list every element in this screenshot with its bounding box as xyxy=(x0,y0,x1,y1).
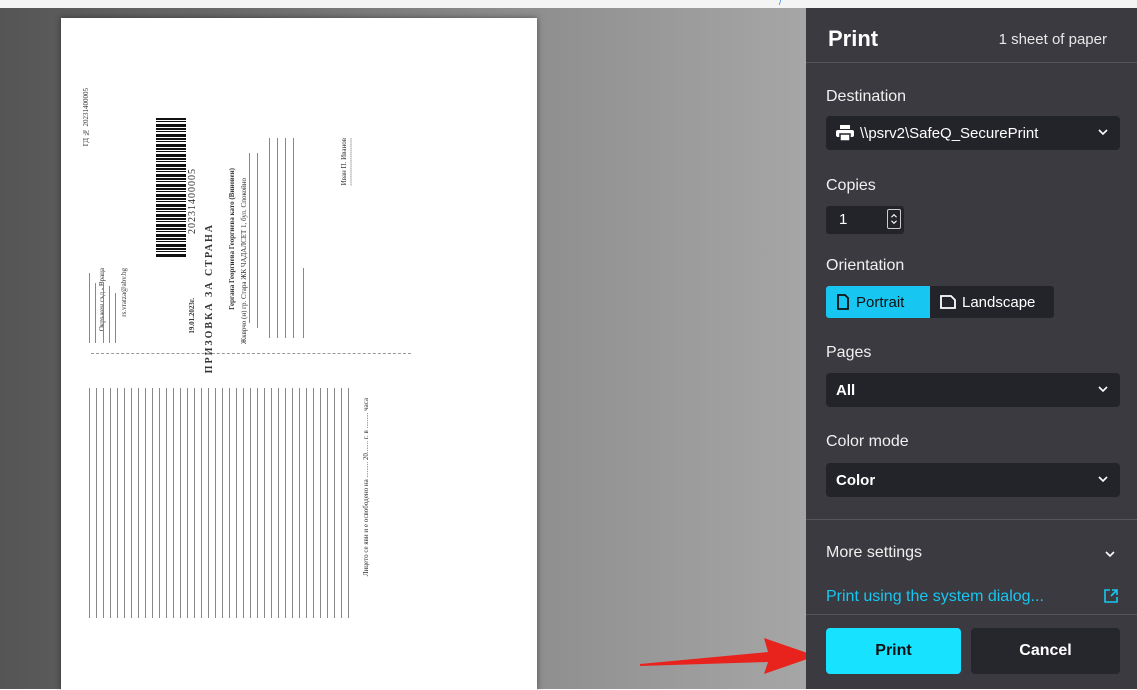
destination-label: Destination xyxy=(826,88,907,105)
doc-email: rs.vratza@abv.bg xyxy=(120,268,128,317)
pages-select[interactable]: All xyxy=(826,373,1120,407)
pages-value: All xyxy=(836,381,856,399)
chevron-down-icon[interactable] xyxy=(1103,547,1117,561)
printer-icon xyxy=(836,125,854,141)
portrait-label: Portrait xyxy=(856,293,905,311)
doc-divider xyxy=(91,353,411,354)
copies-stepper[interactable]: 1 xyxy=(826,206,904,234)
color-mode-select[interactable]: Color xyxy=(826,463,1120,497)
chevron-down-icon xyxy=(1098,386,1108,393)
red-arrow-annotation xyxy=(640,638,816,674)
print-button[interactable]: Print xyxy=(826,628,961,674)
more-settings-toggle[interactable]: More settings xyxy=(826,544,922,562)
panel-title: Print xyxy=(828,26,879,51)
doc-barcode-number: 20231400005 xyxy=(187,168,198,234)
chevron-down-icon xyxy=(1098,129,1108,136)
settings-divider xyxy=(806,519,1137,520)
system-dialog-link[interactable]: Print using the system dialog... xyxy=(826,588,1044,606)
doc-footer-text: Лицето се яви и е освободено на ........… xyxy=(362,398,370,577)
copies-value: 1 xyxy=(839,211,848,228)
landscape-option[interactable]: Landscape xyxy=(930,286,1054,318)
chevron-down-icon xyxy=(1098,476,1108,483)
color-mode-value: Color xyxy=(836,471,876,489)
barcode xyxy=(156,118,186,258)
landscape-label: Landscape xyxy=(962,293,1036,311)
destination-select[interactable]: \\psrv2\SafeQ_SecurePrint xyxy=(826,116,1120,150)
portrait-option[interactable]: Portrait xyxy=(826,286,930,318)
copies-label: Copies xyxy=(826,177,876,194)
landscape-page-icon xyxy=(940,295,956,309)
orientation-label: Orientation xyxy=(826,257,905,274)
doc-party-name: Гергана Георгиева Георгиева като (Винове… xyxy=(228,168,236,310)
top-strip: / xyxy=(0,0,1137,8)
external-link-icon[interactable] xyxy=(1103,588,1119,604)
sheet-count: 1 sheet of paper xyxy=(998,31,1107,48)
header-divider xyxy=(806,62,1137,63)
footer-divider xyxy=(806,614,1137,615)
color-mode-label: Color mode xyxy=(826,433,909,450)
doc-title: ПРИЗОВКА ЗА СТРАНА xyxy=(204,223,215,374)
pages-label: Pages xyxy=(826,344,872,361)
portrait-page-icon xyxy=(837,294,849,310)
doc-address: Жкврчо (н) гр. Стара ЖК ЧАДАЛСЕТ 1, бул.… xyxy=(240,178,248,345)
print-settings-panel: Print 1 sheet of paper Destination \\psr… xyxy=(806,8,1137,689)
spinner-arrows-icon[interactable] xyxy=(887,209,901,229)
cancel-button[interactable]: Cancel xyxy=(971,628,1120,674)
doc-ref-number: ГД № 20231400005 xyxy=(82,88,90,147)
page-preview: ГД № 20231400005 Окръжен съд - Враца rs.… xyxy=(61,18,537,690)
doc-date: 19.01.2023г. xyxy=(188,298,196,334)
destination-value: \\psrv2\SafeQ_SecurePrint xyxy=(860,124,1039,142)
doc-signature: Иван П. Иванов xyxy=(340,138,352,186)
accent-mark: / xyxy=(779,0,782,7)
print-preview-area[interactable]: ГД № 20231400005 Окръжен съд - Враца rs.… xyxy=(0,8,816,690)
